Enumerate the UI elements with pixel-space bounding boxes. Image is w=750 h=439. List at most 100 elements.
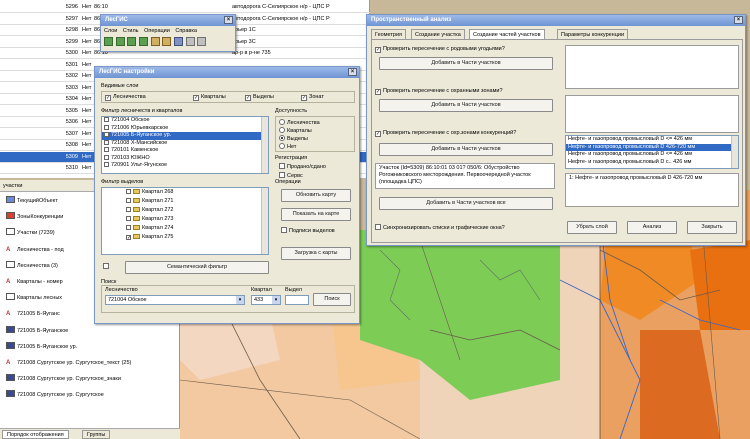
kvartal-list[interactable]: Квартал 268 Квартал 271 Квартал 272 Квартал… <box>101 187 269 255</box>
list-item[interactable]: Квартал 272 <box>102 206 268 215</box>
layer-item[interactable]: 721008 Сургутское ур. Сургутское_знаки <box>0 374 121 384</box>
layer-item[interactable]: 721008 Сургутское ур. Сургутское <box>0 390 104 400</box>
tool-icon[interactable] <box>139 37 149 46</box>
close-button[interactable]: Закрыть <box>687 221 737 234</box>
layer-item[interactable]: A 721005 Б-Яуганс <box>0 309 60 319</box>
settings-titlebar[interactable]: ЛесГИС настройки × <box>95 67 359 78</box>
layer-item[interactable]: A Кварталы - номер <box>0 277 63 287</box>
layer-item[interactable]: 721005 Б-Яуганское <box>0 325 68 336</box>
semantic-filter-checkbox[interactable] <box>103 263 109 269</box>
plot-details-right[interactable]: 1: Нефте- и газопровод промысловый D 426… <box>565 173 739 207</box>
list-item[interactable]: 720101 Каменское <box>102 147 268 155</box>
visible-layer-checkbox[interactable]: ✓ Лесничества <box>105 93 146 101</box>
registration-checkbox[interactable]: Продано/сдано <box>279 163 326 171</box>
layer-item[interactable]: A 721008 Сургутское ур. Сургутское_текст … <box>0 358 131 368</box>
tab-groups[interactable]: Группы <box>82 430 111 439</box>
list-item[interactable]: Нефте- и газопровод промысловый D <= 426… <box>566 136 738 144</box>
visible-layer-checkbox[interactable]: ✓ Кварталы <box>193 93 226 101</box>
search-kvartal-select[interactable]: 433 ▾ <box>251 295 281 305</box>
visible-layer-checkbox[interactable]: ✓ Выделы <box>245 93 274 101</box>
chevron-down-icon[interactable]: ▾ <box>236 296 244 304</box>
search-vydel-input[interactable] <box>285 295 309 305</box>
protected-zones-result[interactable] <box>565 95 739 133</box>
list-item[interactable]: Нефте- и газопровод промысловый D <= 426… <box>566 151 738 159</box>
remove-layer-button[interactable]: Убрать слой <box>567 221 617 234</box>
semantic-filter-button[interactable]: Семантический фильтр <box>125 261 269 274</box>
layer-label: 721005 Б-Яуганское ур. <box>17 343 78 350</box>
layer-item[interactable]: A Лесничества - под <box>0 245 64 255</box>
list-item[interactable]: 720901 Ульт-Ягунское <box>102 162 268 170</box>
check-protected-zones[interactable]: ✓ Проверить пересечение с охранными зонам… <box>375 87 503 95</box>
scrollbar[interactable] <box>731 136 738 168</box>
add-all-parts-button[interactable]: Добавить в Части участков все <box>379 197 553 210</box>
tab-geometry[interactable]: Геометрия <box>371 29 407 39</box>
accessibility-radio[interactable]: Кварталы <box>279 127 312 135</box>
native-lands-result[interactable] <box>565 45 739 89</box>
layer-item[interactable]: ТекущийОбъект <box>0 196 58 206</box>
menu-help[interactable]: Справка <box>175 28 197 34</box>
list-item[interactable]: ✓ Квартал 275 <box>102 233 268 242</box>
close-icon[interactable]: × <box>734 16 743 24</box>
add-parts-button-1[interactable]: Добавить в Части участков <box>379 57 553 70</box>
tool-icon[interactable] <box>127 37 137 46</box>
tool-icon[interactable] <box>115 37 125 46</box>
visible-layer-checkbox[interactable]: ✓ Зонат <box>301 93 324 101</box>
show-on-map-button[interactable]: Показать на карте <box>281 208 351 221</box>
refresh-map-button[interactable]: Обновить карту <box>281 189 351 202</box>
menu-layers[interactable]: Слои <box>104 28 117 34</box>
search-button[interactable]: Поиск <box>313 293 351 306</box>
check-native-lands[interactable]: ✓ Проверить пересечение с родовыми угодья… <box>375 45 505 53</box>
list-item[interactable]: Квартал 274 <box>102 224 268 233</box>
layer-item[interactable]: Лесничества (3) <box>0 260 58 271</box>
tab-create-plot[interactable]: Создание участка <box>411 29 465 39</box>
check-competition-zones[interactable]: ✓ Проверить пересечение с охр.зонами конк… <box>375 129 516 137</box>
scrollbar[interactable] <box>261 117 268 173</box>
tool-icon[interactable] <box>174 37 184 46</box>
tool-icon[interactable] <box>150 37 160 46</box>
plot-details-text[interactable]: Участок (Id=5309) 86:10:01 03 01? 050/6:… <box>375 163 555 189</box>
accessibility-radio[interactable]: Выделы <box>279 135 308 143</box>
layer-item[interactable]: Участки (7239) <box>0 228 55 238</box>
table-row[interactable]: 5296 Нет 86:10 автодорога С-Селиярское н/р … <box>0 2 370 13</box>
tab-display-order[interactable]: Порядок отображения <box>2 430 69 439</box>
accessibility-radio[interactable]: Нет <box>279 143 296 151</box>
add-parts-button-3[interactable]: Добавить в Части участков <box>379 143 553 156</box>
add-parts-button-2[interactable]: Добавить в Части участков <box>379 99 553 112</box>
analysis-button[interactable]: Анализ <box>627 221 677 234</box>
layer-item[interactable]: ЗоныКонкуренции <box>0 212 63 222</box>
list-item[interactable]: Нефте- и газопровод промысловый D 426-72… <box>566 143 738 151</box>
tool-icon[interactable] <box>197 37 207 46</box>
tool-icon[interactable] <box>162 37 172 46</box>
scrollbar[interactable] <box>261 188 268 254</box>
search-forestry-select[interactable]: 721004 Обское ▾ <box>105 295 245 305</box>
analysis-titlebar[interactable]: Пространственный анализ × <box>367 15 745 26</box>
pipes-list[interactable]: Нефте- и газопровод промысловый D <= 426… <box>565 135 739 169</box>
list-item[interactable]: Квартал 268 <box>102 188 268 197</box>
list-item[interactable]: 721008 Х-Мансийское <box>102 139 268 148</box>
forestry-list[interactable]: 721004 Обское 721006 Юрьевкарское 721005 Б… <box>101 116 269 174</box>
tab-create-parts[interactable]: Создание частей участков <box>469 29 545 39</box>
menu-operations[interactable]: Операции <box>144 28 170 34</box>
sync-lists-checkbox[interactable]: Синхронизировать списки и графические ок… <box>375 224 505 232</box>
list-item[interactable]: Нефте- и газопровод промысловый D с.. 42… <box>566 159 738 167</box>
list-item[interactable]: 721006 Юрьевкарское <box>102 124 268 133</box>
close-icon[interactable]: × <box>224 16 233 24</box>
tool-icon[interactable] <box>185 37 195 46</box>
tool-icon[interactable] <box>104 37 113 46</box>
layer-item[interactable]: Кварталы лесных <box>0 293 62 303</box>
list-item[interactable]: 720103 ЮЖНО <box>102 154 268 163</box>
chevron-down-icon[interactable]: ▾ <box>272 296 280 304</box>
tab-competition-params[interactable]: Параметры конкуренции <box>557 29 629 39</box>
list-item[interactable]: Квартал 273 <box>102 215 268 224</box>
list-item[interactable]: 721004 Обское <box>102 117 268 125</box>
layer-item[interactable]: 721005 Б-Яуганское ур. <box>0 341 78 352</box>
list-item[interactable]: Квартал 271 <box>102 197 268 206</box>
list-item[interactable]: 721005 Б-Яуганское ур. <box>102 132 268 140</box>
vydel-labels-checkbox[interactable]: Подписи выделов <box>281 227 335 235</box>
close-icon[interactable]: × <box>348 68 357 76</box>
accessibility-radio[interactable]: Лесничества <box>279 119 320 127</box>
toolbar-titlebar[interactable]: ЛесГИС × <box>101 15 235 26</box>
load-from-map-button[interactable]: Загрузка с карты <box>281 247 351 260</box>
menu-style[interactable]: Стиль <box>123 28 139 34</box>
row-flag: Нет <box>82 27 92 33</box>
